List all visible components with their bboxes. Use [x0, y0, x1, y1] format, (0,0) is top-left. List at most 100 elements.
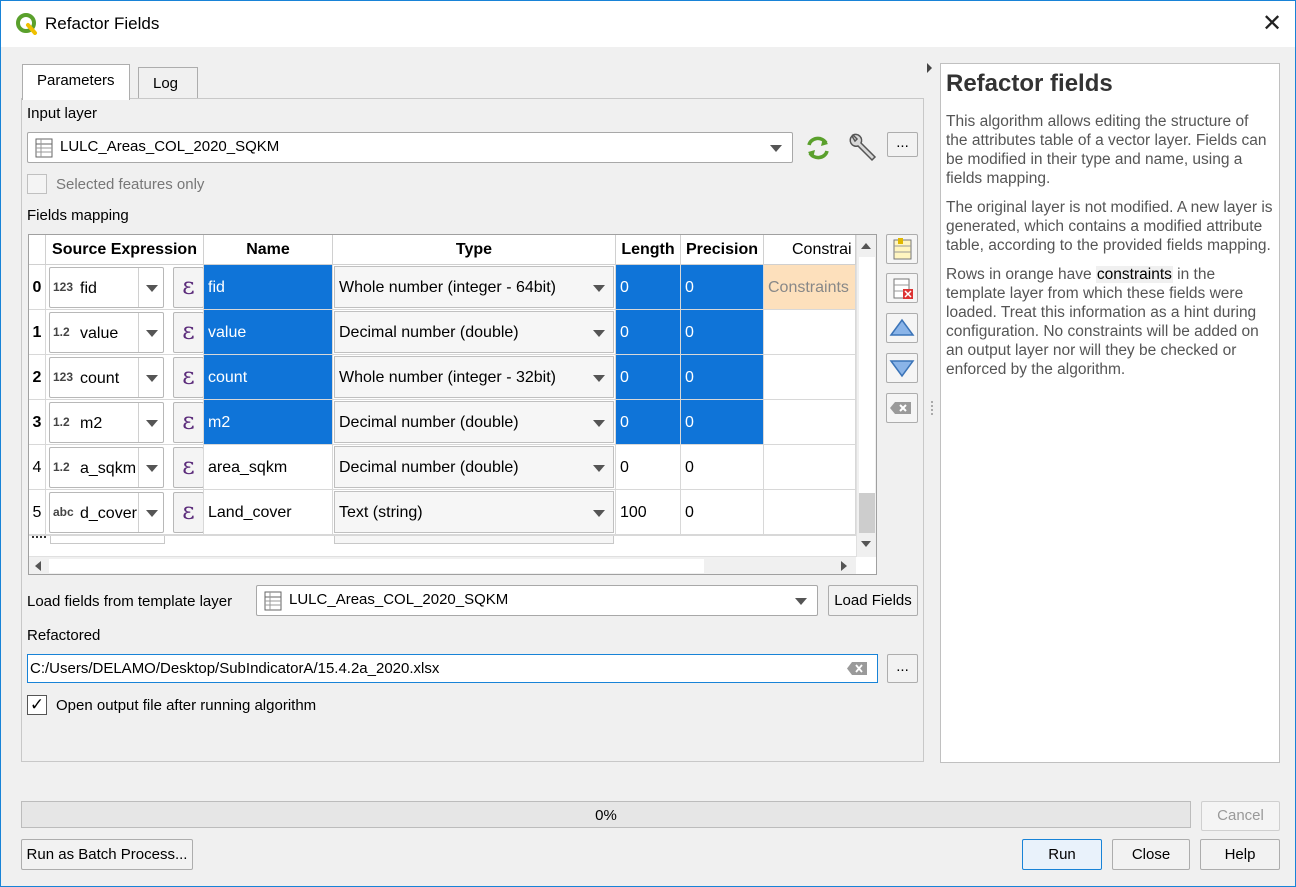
- horizontal-scrollbar[interactable]: [29, 556, 856, 574]
- selected-features-checkbox[interactable]: [27, 174, 47, 194]
- type-combo[interactable]: Decimal number (double): [334, 311, 614, 353]
- source-field-combo[interactable]: 1.2 m2: [49, 402, 164, 443]
- source-expression-cell[interactable]: 1.2 value ε: [46, 310, 204, 355]
- length-cell[interactable]: 0: [616, 265, 681, 310]
- template-layer-combo[interactable]: LULC_Areas_COL_2020_SQKM: [256, 585, 818, 616]
- refactored-output-field[interactable]: C:/Users/DELAMO/Desktop/SubIndicatorA/15…: [27, 654, 878, 683]
- source-field-combo[interactable]: 1.2 a_sqkm: [49, 447, 164, 488]
- chevron-down-icon: [146, 465, 158, 472]
- header-source-expression[interactable]: Source Expression: [46, 235, 204, 265]
- precision-cell[interactable]: 0: [681, 490, 764, 535]
- length-cell[interactable]: 0: [616, 355, 681, 400]
- source-field-combo[interactable]: abc d_cover: [49, 492, 164, 533]
- reset-fields-button[interactable]: [886, 393, 918, 423]
- field-name-cell[interactable]: Land_cover: [204, 490, 333, 535]
- source-expression-cell[interactable]: 123 count ε: [46, 355, 204, 400]
- close-icon[interactable]: ✕: [1257, 9, 1287, 39]
- field-name-cell[interactable]: value: [204, 310, 333, 355]
- constraints-cell[interactable]: [764, 310, 856, 355]
- type-cell[interactable]: Whole number (integer - 64bit): [333, 265, 616, 310]
- precision-cell[interactable]: 0: [681, 310, 764, 355]
- type-combo[interactable]: Whole number (integer - 32bit): [334, 356, 614, 398]
- type-combo[interactable]: Decimal number (double): [334, 401, 614, 443]
- horizontal-scroll-thumb[interactable]: [49, 559, 704, 573]
- source-field-combo[interactable]: 123 count: [49, 357, 164, 398]
- expression-builder-icon[interactable]: ε: [173, 492, 203, 533]
- header-type[interactable]: Type: [333, 235, 616, 265]
- expression-builder-icon[interactable]: ε: [173, 447, 203, 488]
- input-layer-options-button[interactable]: ...: [887, 132, 918, 157]
- expression-builder-icon[interactable]: ε: [173, 357, 203, 398]
- type-combo[interactable]: Text (string): [334, 491, 614, 533]
- constraints-cell[interactable]: [764, 490, 856, 535]
- field-name-cell[interactable]: area_sqkm: [204, 445, 333, 490]
- expression-builder-icon[interactable]: ε: [173, 267, 203, 308]
- close-button[interactable]: Close: [1112, 839, 1190, 870]
- type-cell[interactable]: Decimal number (double): [333, 310, 616, 355]
- open-output-checkbox[interactable]: ✓: [27, 695, 47, 715]
- delete-field-button[interactable]: [886, 273, 918, 303]
- batch-process-button[interactable]: Run as Batch Process...: [21, 839, 193, 870]
- source-field-combo[interactable]: 123 fid: [49, 267, 164, 308]
- header-constraints[interactable]: Constrai: [764, 235, 856, 265]
- header-precision[interactable]: Precision: [681, 235, 764, 265]
- header-length[interactable]: Length: [616, 235, 681, 265]
- cancel-button[interactable]: Cancel: [1201, 801, 1280, 831]
- clear-text-icon[interactable]: [846, 661, 868, 676]
- field-name-cell[interactable]: m2: [204, 400, 333, 445]
- type-cell[interactable]: Whole number (integer - 32bit): [333, 355, 616, 400]
- vertical-scrollbar[interactable]: [856, 235, 876, 557]
- scroll-down-icon[interactable]: [861, 541, 871, 547]
- source-expression-cell[interactable]: 123 fid ε: [46, 265, 204, 310]
- expression-builder-icon[interactable]: ε: [173, 312, 203, 353]
- field-name-cell[interactable]: fid: [204, 265, 333, 310]
- iterate-icon[interactable]: [804, 135, 832, 161]
- precision-cell[interactable]: 0: [681, 355, 764, 400]
- run-button[interactable]: Run: [1022, 839, 1102, 870]
- type-combo[interactable]: Decimal number (double): [334, 446, 614, 488]
- constraints-cell[interactable]: [764, 445, 856, 490]
- scroll-right-icon[interactable]: [841, 561, 847, 571]
- length-cell[interactable]: 0: [616, 400, 681, 445]
- field-name-cell[interactable]: count: [204, 355, 333, 400]
- input-layer-combo[interactable]: LULC_Areas_COL_2020_SQKM: [27, 132, 793, 163]
- help-button[interactable]: Help: [1200, 839, 1280, 870]
- constraints-cell[interactable]: [764, 355, 856, 400]
- constraints-cell[interactable]: [764, 400, 856, 445]
- type-value: Decimal number (double): [339, 459, 519, 476]
- load-fields-button[interactable]: Load Fields: [828, 585, 918, 616]
- header-name[interactable]: Name: [204, 235, 333, 265]
- vertical-scroll-thumb[interactable]: [859, 493, 875, 533]
- row-number: 5: [29, 490, 46, 535]
- splitter-handle[interactable]: [931, 401, 933, 415]
- type-cell[interactable]: Decimal number (double): [333, 445, 616, 490]
- source-field-value: value: [80, 325, 119, 342]
- wrench-icon[interactable]: [846, 132, 878, 164]
- move-down-button[interactable]: [886, 353, 918, 383]
- length-cell[interactable]: 0: [616, 445, 681, 490]
- output-browse-button[interactable]: ...: [887, 654, 918, 683]
- collapse-arrow-icon[interactable]: [927, 63, 932, 73]
- source-expression-cell[interactable]: 1.2 m2 ε: [46, 400, 204, 445]
- move-up-button[interactable]: [886, 313, 918, 343]
- scroll-left-icon[interactable]: [35, 561, 41, 571]
- scroll-up-icon[interactable]: [861, 243, 871, 249]
- source-expression-cell[interactable]: abc d_cover ε: [46, 490, 204, 535]
- fields-mapping-label: Fields mapping: [27, 207, 129, 224]
- precision-cell[interactable]: 0: [681, 265, 764, 310]
- type-cell[interactable]: Text (string): [333, 490, 616, 535]
- source-expression-cell[interactable]: 1.2 a_sqkm ε: [46, 445, 204, 490]
- length-cell[interactable]: 0: [616, 310, 681, 355]
- tab-log[interactable]: Log: [138, 67, 198, 101]
- type-cell[interactable]: Decimal number (double): [333, 400, 616, 445]
- tab-parameters[interactable]: Parameters: [22, 64, 130, 100]
- row-6-number-fragment: [32, 536, 46, 542]
- precision-cell[interactable]: 0: [681, 400, 764, 445]
- expression-builder-icon[interactable]: ε: [173, 402, 203, 443]
- type-combo[interactable]: Whole number (integer - 64bit): [334, 266, 614, 308]
- add-field-button[interactable]: [886, 234, 918, 264]
- precision-cell[interactable]: 0: [681, 445, 764, 490]
- length-cell[interactable]: 100: [616, 490, 681, 535]
- source-field-combo[interactable]: 1.2 value: [49, 312, 164, 353]
- help-paragraph-2: The original layer is not modified. A ne…: [946, 199, 1273, 254]
